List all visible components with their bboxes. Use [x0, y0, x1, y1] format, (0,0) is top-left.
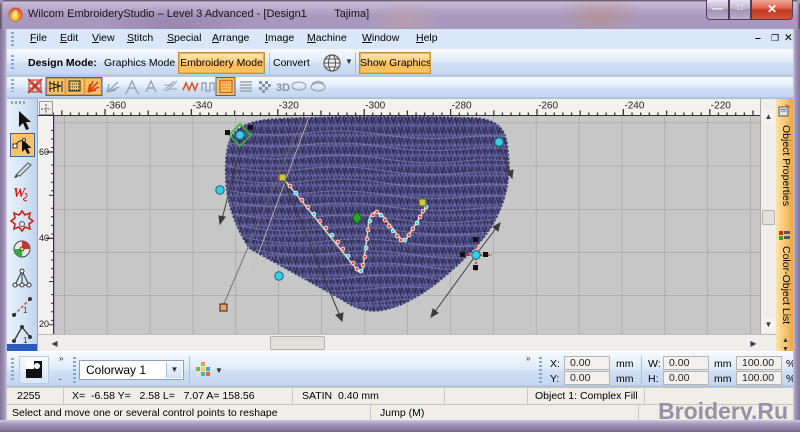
svg-text:1: 1	[23, 306, 28, 315]
svg-text:3D: 3D	[276, 82, 290, 94]
svg-text:60: 60	[39, 147, 49, 157]
svg-text:20: 20	[39, 319, 49, 329]
svg-text:40: 40	[39, 233, 49, 243]
svg-text:-320: -320	[279, 101, 299, 112]
svg-text:-300: -300	[365, 101, 385, 112]
svg-text:-220: -220	[711, 101, 731, 112]
svg-text:-240: -240	[624, 101, 644, 112]
svg-text:-260: -260	[538, 101, 558, 112]
svg-text:-360: -360	[106, 101, 126, 112]
svg-text:-280: -280	[452, 101, 472, 112]
svg-text:-340: -340	[192, 101, 212, 112]
